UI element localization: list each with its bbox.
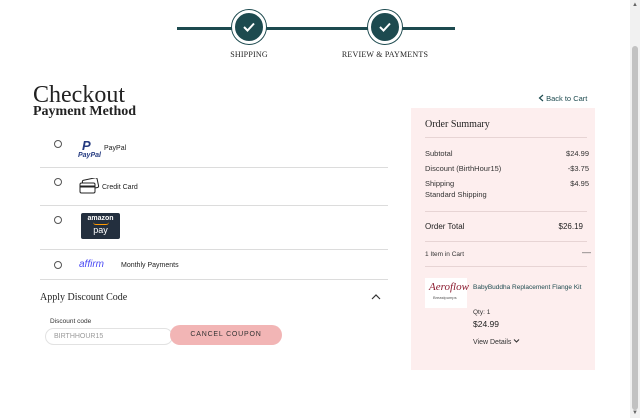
product-name[interactable]: BabyBuddha Replacement Flange Kit bbox=[473, 283, 583, 293]
checkmark-icon bbox=[243, 22, 255, 32]
step-label: REVIEW & PAYMENTS bbox=[341, 50, 429, 59]
order-total-value: $26.19 bbox=[558, 222, 583, 231]
discount-label: Discount (BirthHour15) bbox=[425, 164, 502, 173]
payment-option-affirm[interactable]: affirm Monthly Payments bbox=[40, 250, 388, 280]
payment-method-list: P PayPal PayPal Credit Card amazon pay a… bbox=[40, 128, 388, 280]
checkmark-icon bbox=[379, 22, 391, 32]
back-to-cart-label: Back to Cart bbox=[546, 94, 588, 103]
divider bbox=[425, 266, 587, 267]
discount-code-input[interactable]: BIRTHHOUR15 bbox=[45, 328, 173, 345]
divider bbox=[425, 211, 587, 212]
credit-card-icon bbox=[78, 177, 100, 196]
affirm-label: Monthly Payments bbox=[121, 262, 179, 269]
subtotal-value: $24.99 bbox=[566, 149, 589, 158]
order-total-label: Order Total bbox=[425, 222, 465, 231]
amazon-pay-logo-icon: amazon pay bbox=[81, 213, 120, 239]
payment-option-credit-card[interactable]: Credit Card bbox=[40, 168, 388, 206]
scroll-down-icon[interactable]: ▼ bbox=[632, 410, 638, 416]
subtotal-label: Subtotal bbox=[425, 149, 453, 158]
view-details-label: View Details bbox=[473, 339, 512, 346]
discount-section-toggle[interactable]: Apply Discount Code bbox=[40, 291, 388, 307]
payment-option-amazon-pay[interactable]: amazon pay bbox=[40, 206, 388, 250]
chevron-up-icon[interactable] bbox=[370, 291, 382, 303]
brand-logo-sub: Breastpumps bbox=[433, 295, 457, 300]
step-complete-circle bbox=[232, 10, 266, 44]
payment-method-heading: Payment Method bbox=[33, 104, 137, 119]
shipping-label: Shipping bbox=[425, 179, 455, 188]
product-price: $24.99 bbox=[473, 319, 499, 329]
divider bbox=[425, 241, 587, 242]
step-review-payments: REVIEW & PAYMENTS bbox=[325, 10, 445, 59]
amazon-pay-radio[interactable] bbox=[54, 216, 62, 224]
shipping-value: $4.95 bbox=[570, 179, 589, 188]
step-label: SHIPPING bbox=[230, 50, 268, 59]
page-scrollbar[interactable]: ▲ ▼ bbox=[630, 0, 640, 418]
credit-card-label: Credit Card bbox=[102, 184, 138, 191]
discount-code-label: Discount code bbox=[50, 318, 92, 325]
discount-value: -$3.75 bbox=[567, 164, 589, 173]
step-shipping[interactable]: SHIPPING bbox=[189, 10, 309, 59]
product-qty: Qty: 1 bbox=[473, 309, 491, 316]
items-in-cart[interactable]: 1 Item in Cart bbox=[425, 251, 464, 258]
affirm-radio[interactable] bbox=[54, 261, 62, 269]
brand-logo: Aeroflow bbox=[429, 281, 469, 293]
payment-option-paypal[interactable]: P PayPal PayPal bbox=[40, 128, 388, 168]
credit-card-radio[interactable] bbox=[54, 178, 62, 186]
paypal-logo-icon: P PayPal bbox=[78, 138, 101, 159]
discount-title: Apply Discount Code bbox=[40, 292, 128, 303]
order-summary-panel: Order Summary Subtotal $24.99 Discount (… bbox=[411, 108, 595, 370]
cancel-coupon-button[interactable]: CANCEL COUPON bbox=[170, 325, 282, 345]
shipping-method: Standard Shipping bbox=[425, 190, 487, 199]
back-to-cart-link[interactable]: Back to Cart bbox=[538, 94, 587, 103]
paypal-label: PayPal bbox=[104, 145, 127, 152]
items-collapse-toggle[interactable]: — bbox=[582, 247, 591, 257]
affirm-logo-icon: affirm bbox=[79, 259, 104, 270]
product-image: Aeroflow Breastpumps bbox=[425, 278, 469, 308]
chevron-left-icon bbox=[538, 94, 544, 102]
step-complete-circle bbox=[368, 10, 402, 44]
view-details-toggle[interactable]: View Details bbox=[473, 338, 520, 346]
chevron-down-icon bbox=[513, 339, 520, 343]
checkout-stepper: SHIPPING REVIEW & PAYMENTS bbox=[177, 10, 455, 70]
order-summary-title: Order Summary bbox=[425, 119, 490, 130]
scroll-up-icon[interactable]: ▲ bbox=[632, 2, 638, 8]
divider bbox=[425, 137, 587, 138]
paypal-radio[interactable] bbox=[54, 140, 62, 148]
scroll-thumb[interactable] bbox=[632, 46, 638, 410]
